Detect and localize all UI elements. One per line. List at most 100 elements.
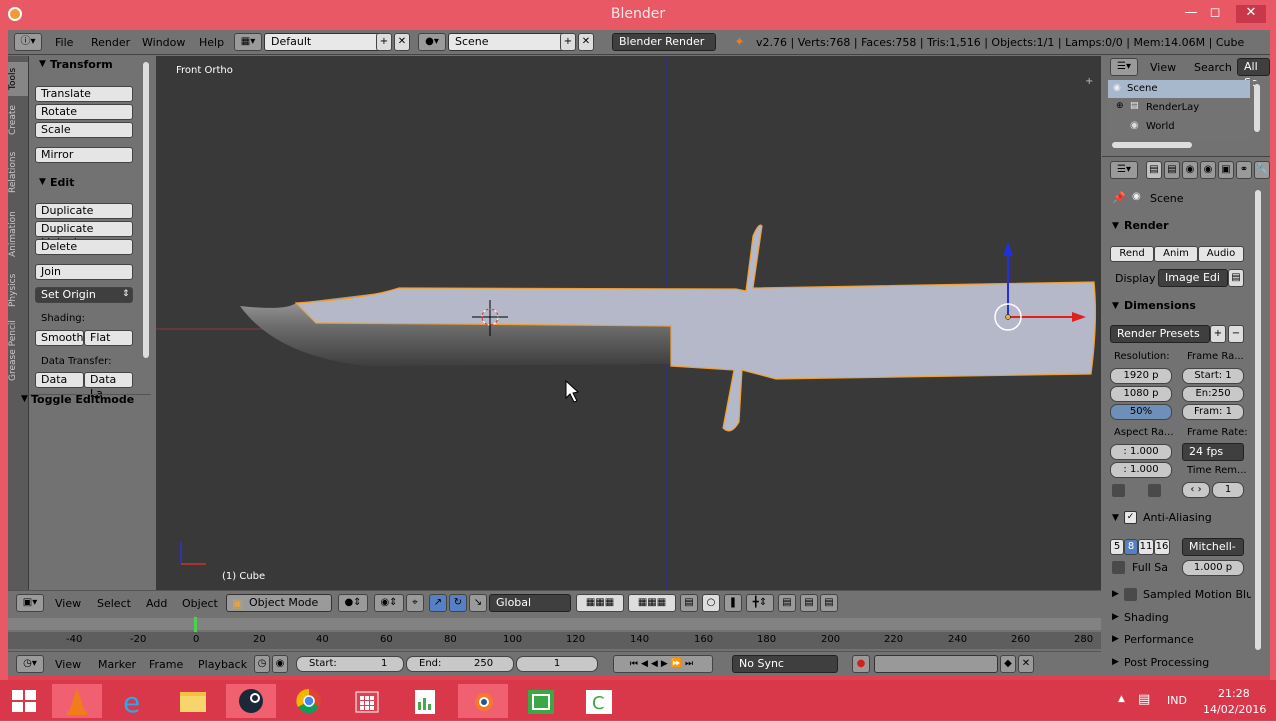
modifiers-context-icon[interactable]: 🔧 [1254,161,1270,179]
dimensions-panel-title[interactable]: Dimensions [1124,299,1196,312]
aa-samples-11[interactable]: 11 [1138,539,1154,555]
viewport-add-icon[interactable]: + [1085,76,1093,87]
tl-menu-playback[interactable]: Playback [198,658,247,671]
outliner-h-scrollbar[interactable] [1112,142,1192,148]
anti-aliasing-panel-title[interactable]: Anti-Aliasing [1143,511,1212,524]
dimensions-expand-icon[interactable]: ▼ [1112,301,1119,311]
expand-icon[interactable]: ⊕ [1116,101,1124,111]
snap-element-icon[interactable]: ╋⇕ [746,594,774,612]
render-presets-select[interactable]: Render Presets [1110,325,1210,343]
transform-expand-icon[interactable]: ▼ [39,59,46,69]
menu-render[interactable]: Render [91,36,130,49]
post-processing-panel-title[interactable]: Post Processing [1124,656,1209,669]
outliner-menu-search[interactable]: Search [1194,61,1232,74]
timeline-editor-type-icon[interactable]: ◷▾ [16,655,44,673]
taskbar-chrome[interactable] [284,684,334,718]
toolshelf-scrollbar[interactable] [143,62,149,358]
motion-blur-panel-title[interactable]: Sampled Motion Blur [1143,588,1251,601]
aa-expand-icon[interactable]: ▼ [1112,513,1119,523]
layout-field[interactable]: Default [264,33,382,51]
render-opengl-icon[interactable]: ▤ [778,594,796,612]
delete-button[interactable]: Delete [35,239,133,255]
snap-toggle-icon[interactable]: ❚ [724,594,742,612]
screen-layout-icon[interactable]: ▦▾ [234,33,262,51]
taskbar-explorer[interactable] [168,684,218,718]
data-button[interactable]: Data [35,372,84,388]
vp-menu-select[interactable]: Select [97,597,131,610]
outliner-item-world[interactable]: World [1146,121,1175,132]
render-layers-context-icon[interactable]: ▤ [1164,161,1180,179]
outliner-v-scrollbar[interactable] [1254,84,1260,132]
scene-field[interactable]: Scene [448,33,566,51]
remove-scene-icon[interactable]: ✕ [578,33,594,51]
toggle-editmode-panel-title[interactable]: Toggle Editmode [31,393,134,406]
properties-editor-type-icon[interactable]: ☰▾ [1110,161,1138,179]
rotate-button[interactable]: Rotate [35,104,133,120]
aa-samples-8[interactable]: 8 [1124,539,1138,555]
render-anim-icon[interactable]: ▤ [800,594,818,612]
lock-layers-icon[interactable]: ▤ [680,594,698,612]
remove-preset-icon[interactable]: − [1228,325,1244,343]
display-window-icon[interactable]: ▤ [1228,269,1244,287]
render-expand-icon[interactable]: ▼ [1112,221,1119,231]
proportional-edit-icon[interactable]: ○ [702,594,720,612]
vp-menu-view[interactable]: View [55,597,81,610]
aspect-x-field[interactable]: : 1.000 [1110,444,1172,460]
taskbar-ie[interactable]: e [110,684,160,719]
lock-range-icon[interactable]: ◉ [272,655,288,673]
vp-menu-add[interactable]: Add [146,597,167,610]
tab-create[interactable]: Create [8,100,28,140]
resolution-x-field[interactable]: 1920 p [1110,368,1172,384]
anti-aliasing-checkbox[interactable]: ✓ [1124,511,1137,524]
scene-context-icon[interactable]: ◉ [1182,161,1198,179]
language-indicator[interactable]: IND [1167,694,1187,707]
object-context-icon[interactable]: ▣ [1218,161,1234,179]
shading-expand-icon[interactable]: ▶ [1112,612,1119,622]
menu-window[interactable]: Window [142,36,185,49]
aa-samples-16[interactable]: 16 [1154,539,1170,555]
taskbar-steam[interactable] [226,684,276,718]
tab-tools[interactable]: Tools [8,62,28,96]
scale-manipulator-icon[interactable]: ↘ [469,594,487,612]
start-frame-field[interactable]: Start: [296,656,404,672]
record-icon[interactable]: ● [852,655,870,673]
taskbar-camtasia[interactable] [516,684,566,718]
resolution-percent-field[interactable]: 50% [1110,404,1172,420]
camera-view-icon[interactable]: ▤ [820,594,838,612]
crop-checkbox[interactable] [1148,484,1161,497]
close-icon[interactable]: ✕ [1236,5,1266,23]
tl-menu-frame[interactable]: Frame [149,658,183,671]
motion-blur-checkbox[interactable] [1124,588,1137,601]
frame-rate-select[interactable]: 24 fps [1182,443,1244,461]
set-origin-select[interactable]: Set Origin [35,287,133,303]
pin-icon[interactable]: 📌 [1112,191,1126,204]
time-remap-new-field[interactable]: 1 [1212,482,1244,498]
aspect-y-field[interactable]: : 1.000 [1110,462,1172,478]
constraints-context-icon[interactable]: ⚭ [1236,161,1252,179]
add-preset-icon[interactable]: + [1210,325,1226,343]
sync-select[interactable]: No Sync [732,655,838,673]
outliner-menu-view[interactable]: View [1150,61,1176,74]
render-animation-button[interactable]: Anim [1154,246,1198,262]
3d-viewport[interactable]: Front Ortho (1) Cube + [156,56,1101,590]
translate-manipulator-icon[interactable]: ↗ [429,594,447,612]
preview-range-icon[interactable]: ◷ [254,655,270,673]
tab-animation[interactable]: Animation [8,204,28,264]
translate-button[interactable]: Translate [35,86,133,102]
render-engine-select[interactable]: Blender Render [612,33,716,51]
outliner-display-select[interactable]: All Sc [1237,58,1270,89]
smooth-button[interactable]: Smooth [35,330,84,346]
taskbar-blender[interactable] [458,684,508,718]
current-frame-field[interactable]: 1 [516,656,598,672]
start-button[interactable] [12,690,36,712]
tl-menu-marker[interactable]: Marker [98,658,136,671]
mirror-button[interactable]: Mirror [35,147,133,163]
outliner-item-renderlayer[interactable]: RenderLay [1146,102,1199,113]
clock-date[interactable]: 14/02/2016 [1203,703,1266,716]
world-context-icon[interactable]: ◉ [1200,161,1216,179]
minimize-icon[interactable]: — [1180,5,1202,23]
motion-blur-expand-icon[interactable]: ▶ [1112,589,1119,599]
layers-grid-1[interactable]: ▦▦▦ [576,594,624,612]
add-layout-icon[interactable]: + [376,33,392,51]
frame-end-field[interactable]: En:250 [1182,386,1244,402]
